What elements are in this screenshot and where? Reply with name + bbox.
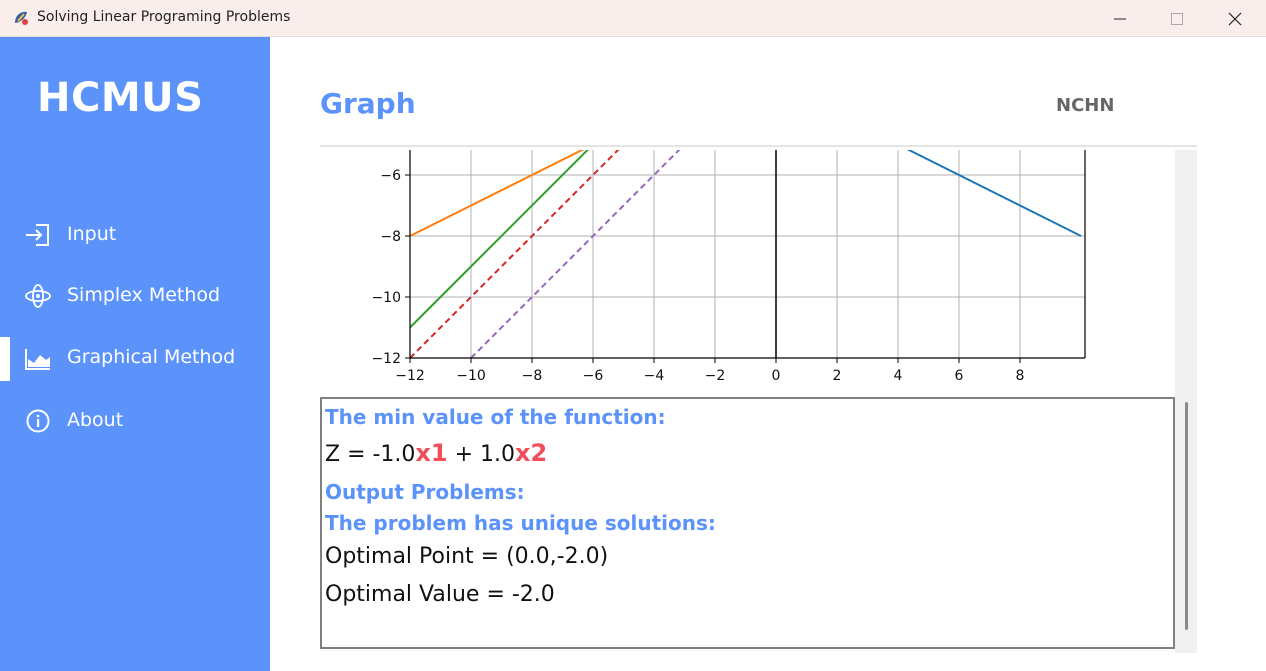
y-tick-label: −10	[371, 290, 401, 306]
scrollbar-thumb[interactable]	[1185, 402, 1188, 630]
maximize-button[interactable]	[1148, 0, 1206, 37]
content-divider	[320, 145, 1197, 147]
x-tick-label: 0	[772, 368, 781, 384]
series-line	[409, 150, 585, 237]
y-tick-label: −12	[371, 351, 401, 367]
series-line	[906, 150, 1082, 237]
min-value-heading: The min value of the function:	[325, 405, 666, 429]
objective-function: Z = -1.0x1 + 1.0x2	[325, 439, 547, 467]
sidebar-item-about[interactable]: About	[0, 396, 270, 446]
minimize-icon	[1114, 18, 1126, 20]
sidebar-item-label: Graphical Method	[67, 346, 236, 368]
user-name: NCHN	[1056, 95, 1115, 116]
info-icon	[26, 409, 50, 433]
area-chart-icon	[25, 349, 50, 370]
z-prefix: Z = -1.0	[325, 442, 416, 467]
x-tick-label: −8	[522, 368, 543, 384]
sidebar-item-label: Input	[67, 223, 117, 245]
sidebar-item-input[interactable]: Input	[0, 210, 270, 260]
x-tick-label: −6	[583, 368, 604, 384]
page-title: Graph	[320, 87, 416, 120]
variable-x1: x1	[415, 439, 448, 467]
maximize-icon	[1171, 13, 1183, 25]
y-tick-label: −6	[380, 168, 401, 184]
x-tick-label: 4	[894, 368, 903, 384]
minimize-button[interactable]	[1091, 0, 1149, 37]
x-tick-label: 8	[1016, 368, 1025, 384]
close-button[interactable]	[1206, 0, 1264, 37]
series-line	[470, 150, 681, 359]
solution-status: The problem has unique solutions:	[325, 511, 716, 535]
window-title: Solving Linear Programing Problems	[37, 9, 291, 25]
graph-chart: −12 −10 −8 −6 −4 −2 0 2 4 6 8 −6 −8 −10 −12	[371, 150, 1086, 384]
x-tick-label: −4	[644, 368, 665, 384]
x-tick-label: 2	[833, 368, 842, 384]
window-titlebar: Solving Linear Programing Problems	[0, 0, 1266, 37]
login-icon	[26, 224, 49, 246]
x-tick-label: −2	[705, 368, 726, 384]
sidebar-item-label: Simplex Method	[67, 284, 221, 306]
sidebar-item-simplex-method[interactable]: Simplex Method	[0, 271, 270, 321]
app-icon	[15, 11, 28, 25]
z-middle: + 1.0	[447, 442, 516, 467]
graph-scroll-area[interactable]: −12 −10 −8 −6 −4 −2 0 2 4 6 8 −6 −8 −10 −12	[320, 150, 1175, 396]
output-problems-heading: Output Problems:	[325, 480, 525, 504]
series-line	[409, 150, 589, 329]
sidebar-item-label: About	[67, 409, 124, 431]
sidebar-item-graphical-method[interactable]: Graphical Method	[0, 333, 270, 383]
optimal-value: Optimal Value = -2.0	[325, 582, 555, 607]
close-icon	[1228, 12, 1242, 26]
x-tick-label: −10	[456, 368, 486, 384]
series-line	[409, 150, 620, 359]
orbit-icon	[25, 284, 51, 308]
brand-logo: HCMUS	[37, 75, 204, 121]
variable-x2: x2	[515, 439, 548, 467]
y-tick-label: −8	[380, 229, 401, 245]
x-tick-label: −12	[395, 368, 425, 384]
sidebar: HCMUS Input Simplex Method Graphical Met…	[0, 37, 270, 671]
x-tick-label: 6	[955, 368, 964, 384]
optimal-point: Optimal Point = (0.0,-2.0)	[325, 544, 609, 569]
result-panel: The min value of the function: Z = -1.0x…	[320, 397, 1175, 649]
